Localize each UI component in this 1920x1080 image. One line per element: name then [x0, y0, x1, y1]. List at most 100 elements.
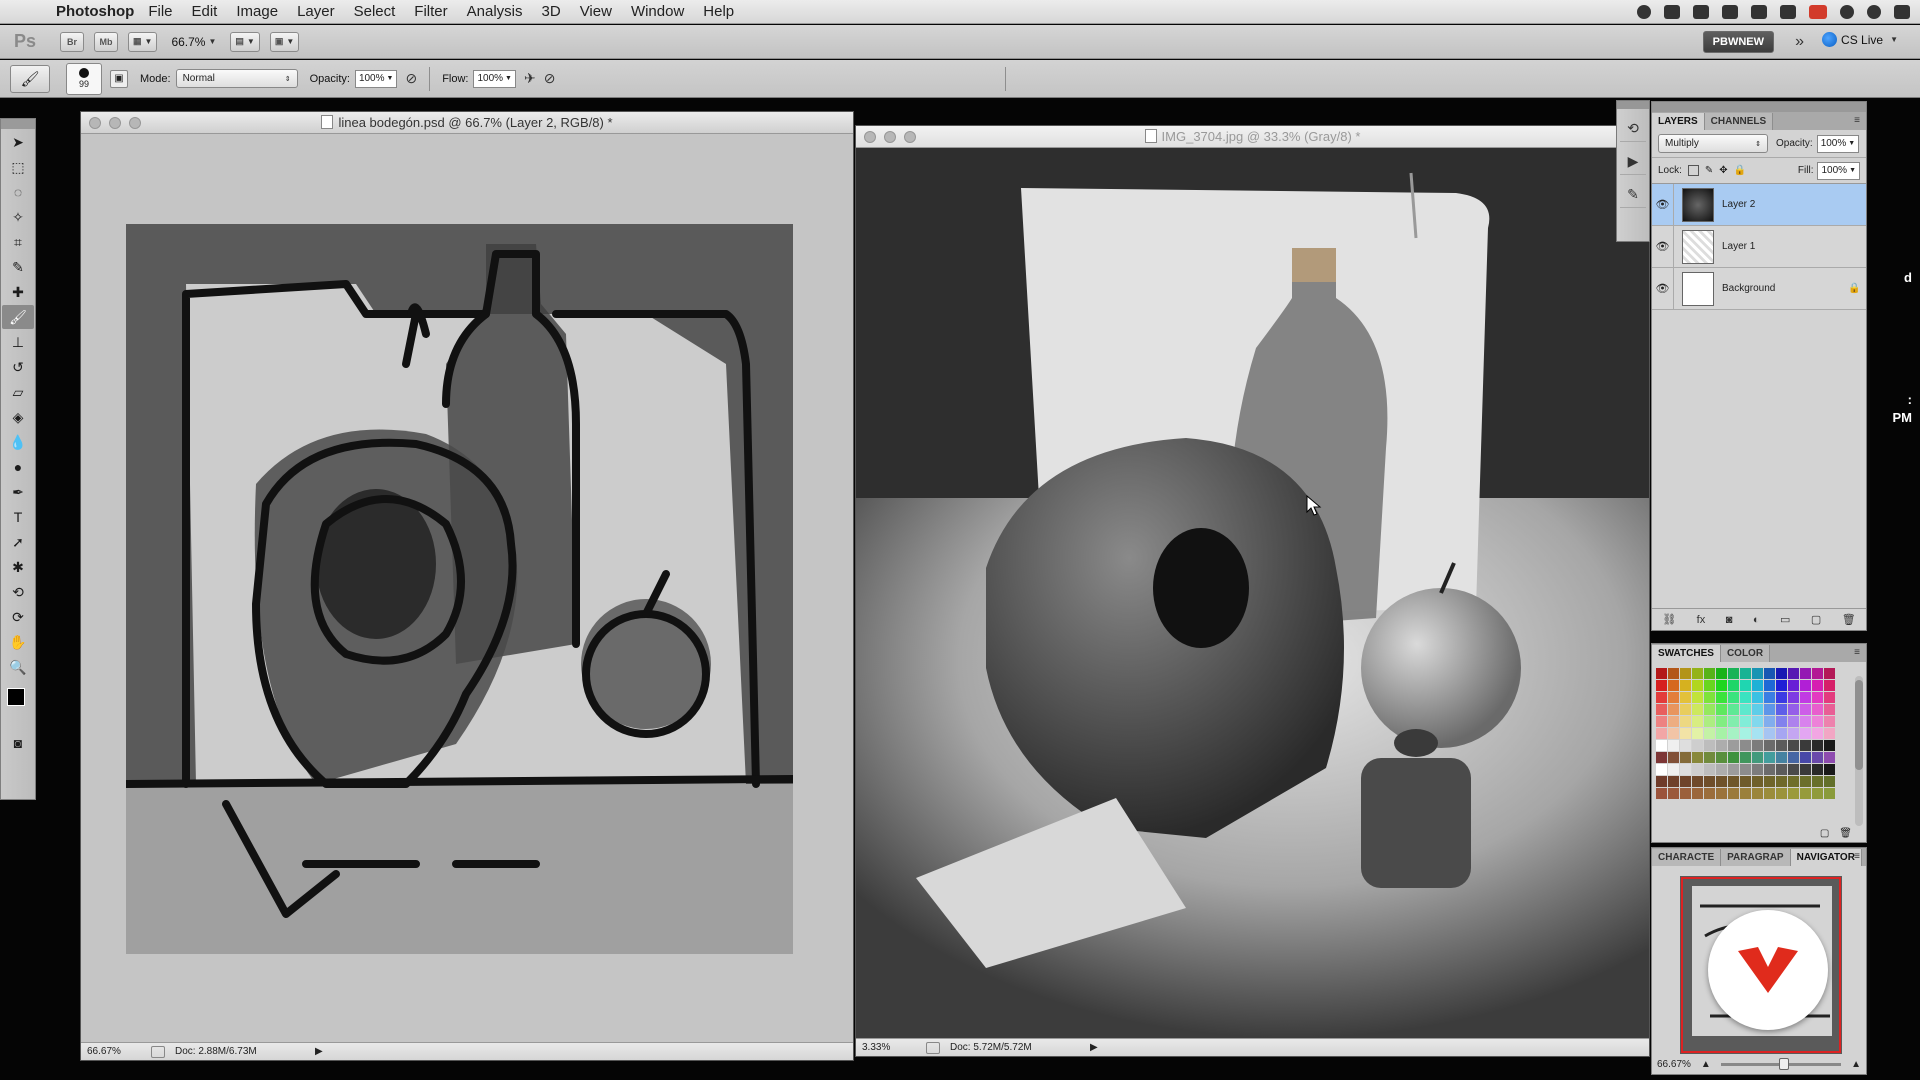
color-swatch[interactable] — [1740, 692, 1751, 703]
color-swatch[interactable] — [1704, 680, 1715, 691]
color-swatch[interactable] — [1668, 716, 1679, 727]
cs-live-button[interactable]: CS Live ▼ — [1822, 32, 1898, 47]
quick-select-tool-icon[interactable]: ✧ — [2, 205, 34, 229]
color-swatch[interactable] — [1692, 764, 1703, 775]
color-swatch[interactable] — [1668, 788, 1679, 799]
menu-view[interactable]: View — [580, 3, 612, 20]
close-button[interactable] — [89, 117, 101, 129]
color-swatch[interactable] — [1692, 740, 1703, 751]
color-swatch[interactable] — [1788, 716, 1799, 727]
status-info-icon[interactable] — [926, 1041, 940, 1054]
tab-swatches[interactable]: SWATCHES — [1652, 645, 1721, 662]
color-swatch[interactable] — [1764, 752, 1775, 763]
adjustment-layer-icon[interactable]: ◐ — [1753, 614, 1760, 626]
color-swatch[interactable] — [1764, 668, 1775, 679]
healing-brush-tool-icon[interactable]: ✚ — [2, 280, 34, 304]
lock-transparent-icon[interactable] — [1687, 165, 1699, 176]
lock-all-icon[interactable]: 🔒 — [1734, 165, 1746, 176]
color-swatch[interactable] — [1764, 704, 1775, 715]
fill-field[interactable]: 100% ▼ — [1817, 161, 1860, 180]
color-swatch[interactable] — [1716, 716, 1727, 727]
photo-canvas[interactable] — [856, 148, 1649, 1038]
color-swatch[interactable] — [1668, 740, 1679, 751]
color-swatch[interactable] — [1824, 680, 1835, 691]
close-button[interactable] — [864, 131, 876, 143]
color-swatch[interactable] — [1812, 776, 1823, 787]
color-swatch[interactable] — [1776, 692, 1787, 703]
record-icon[interactable] — [1637, 5, 1651, 19]
color-swatch[interactable] — [1764, 788, 1775, 799]
color-swatch[interactable] — [1788, 728, 1799, 739]
brush-preset-picker[interactable]: 99 — [66, 62, 102, 95]
color-swatch[interactable] — [1776, 788, 1787, 799]
color-swatch[interactable] — [1788, 788, 1799, 799]
color-swatch[interactable] — [1740, 704, 1751, 715]
dropbox-icon[interactable] — [1664, 5, 1680, 19]
actions-panel-icon[interactable]: ▶ — [1620, 149, 1646, 175]
color-swatch[interactable] — [1800, 788, 1811, 799]
color-swatch[interactable] — [1728, 776, 1739, 787]
navigator-zoom[interactable]: 66.67% — [1657, 1059, 1691, 1070]
color-swatch[interactable] — [1704, 704, 1715, 715]
color-swatch[interactable] — [1824, 692, 1835, 703]
zoom-level-select[interactable]: 66.7% ▼ — [167, 32, 220, 52]
color-swatch[interactable] — [1824, 788, 1835, 799]
color-swatch[interactable] — [1704, 740, 1715, 751]
double-chevron-icon[interactable]: » — [1795, 33, 1804, 51]
color-swatch[interactable] — [1716, 776, 1727, 787]
blur-tool-icon[interactable]: 💧 — [2, 430, 34, 454]
notification-center-icon[interactable] — [1894, 5, 1910, 19]
color-swatch[interactable] — [1680, 716, 1691, 727]
history-panel-icon[interactable]: ⟲ — [1620, 116, 1646, 142]
color-swatch[interactable] — [1692, 692, 1703, 703]
brush-tool-icon[interactable]: 🖌 — [2, 305, 34, 329]
bluetooth-icon[interactable] — [1693, 5, 1709, 19]
color-swatch[interactable] — [1692, 716, 1703, 727]
color-swatch[interactable] — [1728, 740, 1739, 751]
color-swatch[interactable] — [1752, 752, 1763, 763]
color-swatch[interactable] — [1764, 716, 1775, 727]
color-swatch[interactable] — [1716, 752, 1727, 763]
color-swatch[interactable] — [1680, 704, 1691, 715]
color-swatch[interactable] — [1728, 716, 1739, 727]
opacity-field[interactable]: 100% ▼ — [354, 69, 398, 88]
color-swatch[interactable] — [1692, 788, 1703, 799]
color-swatch[interactable] — [1776, 680, 1787, 691]
color-swatch[interactable] — [1800, 764, 1811, 775]
color-swatch[interactable] — [1656, 680, 1667, 691]
color-swatch[interactable] — [1812, 680, 1823, 691]
tool-preset-picker[interactable]: 🖌 — [10, 64, 50, 93]
color-swatch[interactable] — [1752, 764, 1763, 775]
pressure-size-icon[interactable]: ⊘ — [544, 70, 556, 87]
color-swatch[interactable] — [1764, 692, 1775, 703]
color-swatch[interactable] — [1740, 740, 1751, 751]
zoom-in-icon[interactable]: ▲ — [1851, 1059, 1861, 1070]
color-swatch[interactable] — [1740, 680, 1751, 691]
color-swatch[interactable] — [1788, 764, 1799, 775]
link-layers-icon[interactable]: ⛓ — [1662, 613, 1676, 626]
color-swatch[interactable] — [1656, 776, 1667, 787]
3d-rotate-tool-icon[interactable]: ⟲ — [2, 580, 34, 604]
color-swatch[interactable] — [1788, 740, 1799, 751]
color-swatch[interactable] — [1788, 668, 1799, 679]
color-swatch[interactable] — [1752, 788, 1763, 799]
color-swatch[interactable] — [1812, 788, 1823, 799]
color-swatch[interactable] — [1752, 728, 1763, 739]
color-swatch[interactable] — [1692, 728, 1703, 739]
eye-icon[interactable]: 👁 — [1652, 225, 1674, 268]
color-swatch[interactable] — [1704, 716, 1715, 727]
color-swatch[interactable] — [1728, 764, 1739, 775]
color-swatch[interactable] — [1692, 776, 1703, 787]
arrange-documents-button[interactable]: ▤ ▼ — [230, 31, 260, 52]
zoom-button[interactable] — [129, 117, 141, 129]
flag-icon[interactable] — [1809, 5, 1827, 19]
do-not-disturb-icon[interactable] — [1840, 5, 1854, 19]
color-swatch[interactable] — [1704, 728, 1715, 739]
color-swatch[interactable] — [1800, 668, 1811, 679]
navigator-zoom-slider[interactable] — [1720, 1057, 1842, 1070]
tool-presets-panel-icon[interactable]: ✎ — [1620, 182, 1646, 208]
color-swatch[interactable] — [1716, 668, 1727, 679]
view-extras-button[interactable]: ▦ ▼ — [128, 31, 158, 52]
color-swatch[interactable] — [1716, 764, 1727, 775]
color-swatch[interactable] — [1680, 692, 1691, 703]
